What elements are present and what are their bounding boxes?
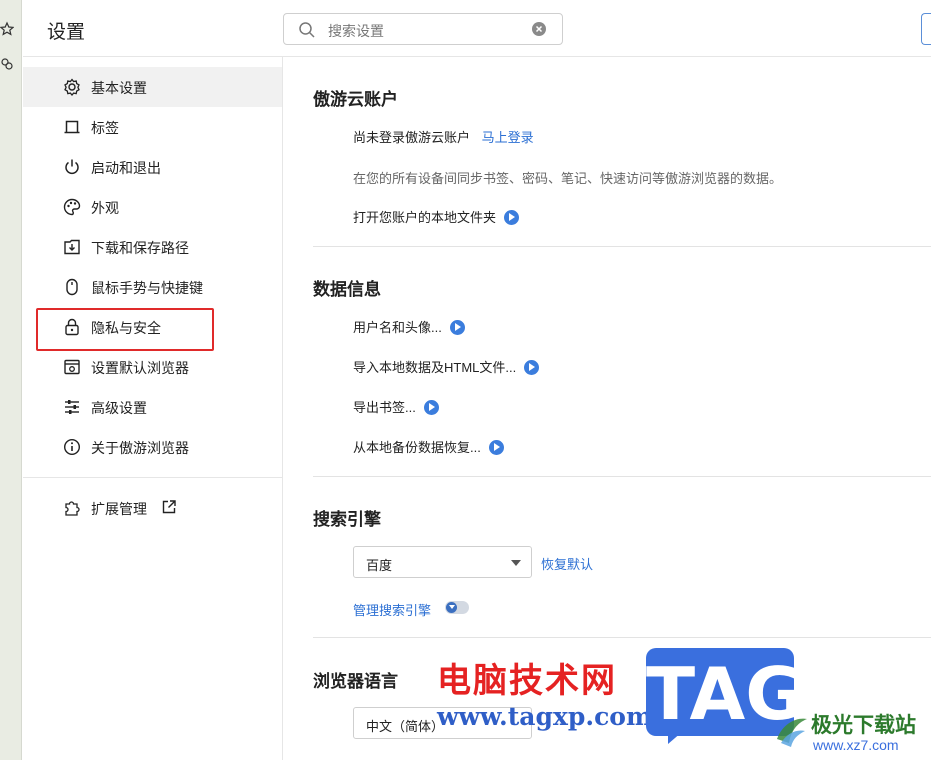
search-engine-value: 百度: [366, 558, 393, 573]
watermark-jiguang: 极光下载站 www.xz7.com: [771, 707, 931, 760]
account-status-row: 尚未登录傲游云账户 马上登录: [353, 127, 534, 146]
page-title: 设置: [47, 22, 86, 43]
open-account-folder-row[interactable]: 打开您账户的本地文件夹: [353, 207, 520, 226]
download-icon: [64, 239, 80, 255]
restore-default-link[interactable]: 恢复默认: [541, 554, 593, 573]
sidebar-item-label: 设置默认浏览器: [91, 360, 189, 376]
account-description: 在您的所有设备间同步书签、密码、笔记、快速访问等傲游浏览器的数据。: [353, 171, 783, 186]
sidebar-item-startup[interactable]: 启动和退出: [23, 147, 282, 187]
sidebar-item-advanced[interactable]: 高级设置: [23, 387, 282, 427]
gear-icon: [64, 78, 80, 96]
sidebar-item-label: 启动和退出: [91, 160, 161, 176]
search-engine-select[interactable]: 百度: [353, 546, 532, 578]
chevron-down-icon: [511, 560, 521, 566]
sidebar-item-label: 标签: [91, 120, 119, 136]
open-account-folder-label: 打开您账户的本地文件夹: [353, 210, 497, 225]
info-icon: [63, 438, 81, 456]
puzzle-icon: [65, 501, 80, 516]
data-item-import[interactable]: 导入本地数据及HTML文件...: [353, 357, 540, 376]
arrow-right-icon[interactable]: [504, 210, 520, 225]
palette-icon: [63, 198, 81, 216]
extension-strip-icon[interactable]: [0, 56, 14, 72]
sidebar-item-label: 关于傲游浏览器: [91, 440, 189, 456]
manage-search-engines-link[interactable]: 管理搜索引擎: [353, 600, 431, 619]
privacy-highlight-box: [36, 308, 214, 351]
language-value: 中文（简体）: [366, 719, 445, 734]
watermark-tag-tail: [668, 732, 682, 744]
sidebar-item-downloads[interactable]: 下载和保存路径: [23, 227, 282, 267]
search-input[interactable]: 搜索设置: [283, 13, 563, 45]
sidebar-item-about[interactable]: 关于傲游浏览器: [23, 427, 282, 467]
header-action-button[interactable]: [921, 13, 931, 45]
section-title-data: 数据信息: [313, 280, 381, 299]
sidebar-divider: [23, 477, 282, 478]
mouse-icon: [66, 278, 78, 296]
data-item-label: 导入本地数据及HTML文件...: [353, 360, 517, 375]
clear-search-icon[interactable]: [532, 22, 546, 36]
section-divider: [313, 476, 931, 477]
external-link-icon[interactable]: [161, 499, 177, 515]
sidebar-item-label: 鼠标手势与快捷键: [91, 280, 203, 296]
arrow-right-icon[interactable]: [449, 320, 465, 335]
arrow-right-icon[interactable]: [488, 440, 504, 455]
data-item-restore[interactable]: 从本地备份数据恢复...: [353, 437, 504, 456]
settings-header: 设置 搜索设置: [23, 0, 931, 57]
data-item-label: 从本地备份数据恢复...: [353, 440, 481, 455]
sidebar-item-label: 基本设置: [91, 80, 147, 96]
data-item-profile[interactable]: 用户名和头像...: [353, 317, 465, 336]
settings-sidebar: 基本设置 标签 启动和退出 外观 下载和保存路径 鼠标手势与快捷键 隐私与安全 …: [23, 57, 283, 760]
chevron-down-icon: [446, 602, 457, 613]
sidebar-item-default-browser[interactable]: 设置默认浏览器: [23, 347, 282, 387]
sidebar-item-basic[interactable]: 基本设置: [23, 67, 282, 107]
data-item-label: 用户名和头像...: [353, 320, 442, 335]
section-divider: [313, 637, 931, 638]
arrow-right-icon[interactable]: [423, 400, 439, 415]
account-status-text: 尚未登录傲游云账户: [353, 130, 471, 145]
section-divider: [313, 246, 931, 247]
sidebar-item-mouse-gestures[interactable]: 鼠标手势与快捷键: [23, 267, 282, 307]
data-item-label: 导出书签...: [353, 400, 416, 415]
sidebar-item-extensions[interactable]: 扩展管理: [23, 488, 282, 528]
tab-icon: [64, 120, 80, 134]
section-title-account: 傲游云账户: [313, 90, 398, 109]
sidebar-item-tabs[interactable]: 标签: [23, 107, 282, 147]
sliders-icon: [65, 400, 79, 414]
data-item-export-bookmarks[interactable]: 导出书签...: [353, 397, 439, 416]
sidebar-item-label: 高级设置: [91, 400, 147, 416]
sidebar-item-label: 扩展管理: [91, 501, 147, 517]
watermark-site-name: 电脑技术网: [437, 662, 617, 700]
settings-window: 设置 搜索设置 基本设置 标签 启动和退出 外观 下载和保存路径 鼠标手势与快捷…: [0, 0, 931, 760]
watermark-jiguang-name: 极光下载站: [811, 714, 916, 737]
power-icon: [65, 159, 79, 175]
login-link[interactable]: 马上登录: [482, 130, 534, 145]
watermark-url: www.tagxp.com: [437, 702, 653, 731]
search-icon: [299, 22, 315, 38]
manage-search-engines-expand[interactable]: [445, 601, 469, 614]
side-panel-strip: [0, 0, 22, 760]
sidebar-item-appearance[interactable]: 外观: [23, 187, 282, 227]
section-title-language: 浏览器语言: [313, 672, 398, 691]
star-icon[interactable]: [0, 21, 14, 37]
sidebar-item-label: 下载和保存路径: [91, 240, 189, 256]
search-placeholder: 搜索设置: [328, 23, 384, 39]
sidebar-item-label: 外观: [91, 200, 119, 216]
watermark-jiguang-url: www.xz7.com: [813, 737, 899, 753]
arrow-right-icon[interactable]: [524, 360, 540, 375]
section-title-search-engine: 搜索引擎: [313, 510, 381, 529]
jiguang-logo-icon: [777, 718, 807, 747]
browser-icon: [64, 359, 80, 375]
